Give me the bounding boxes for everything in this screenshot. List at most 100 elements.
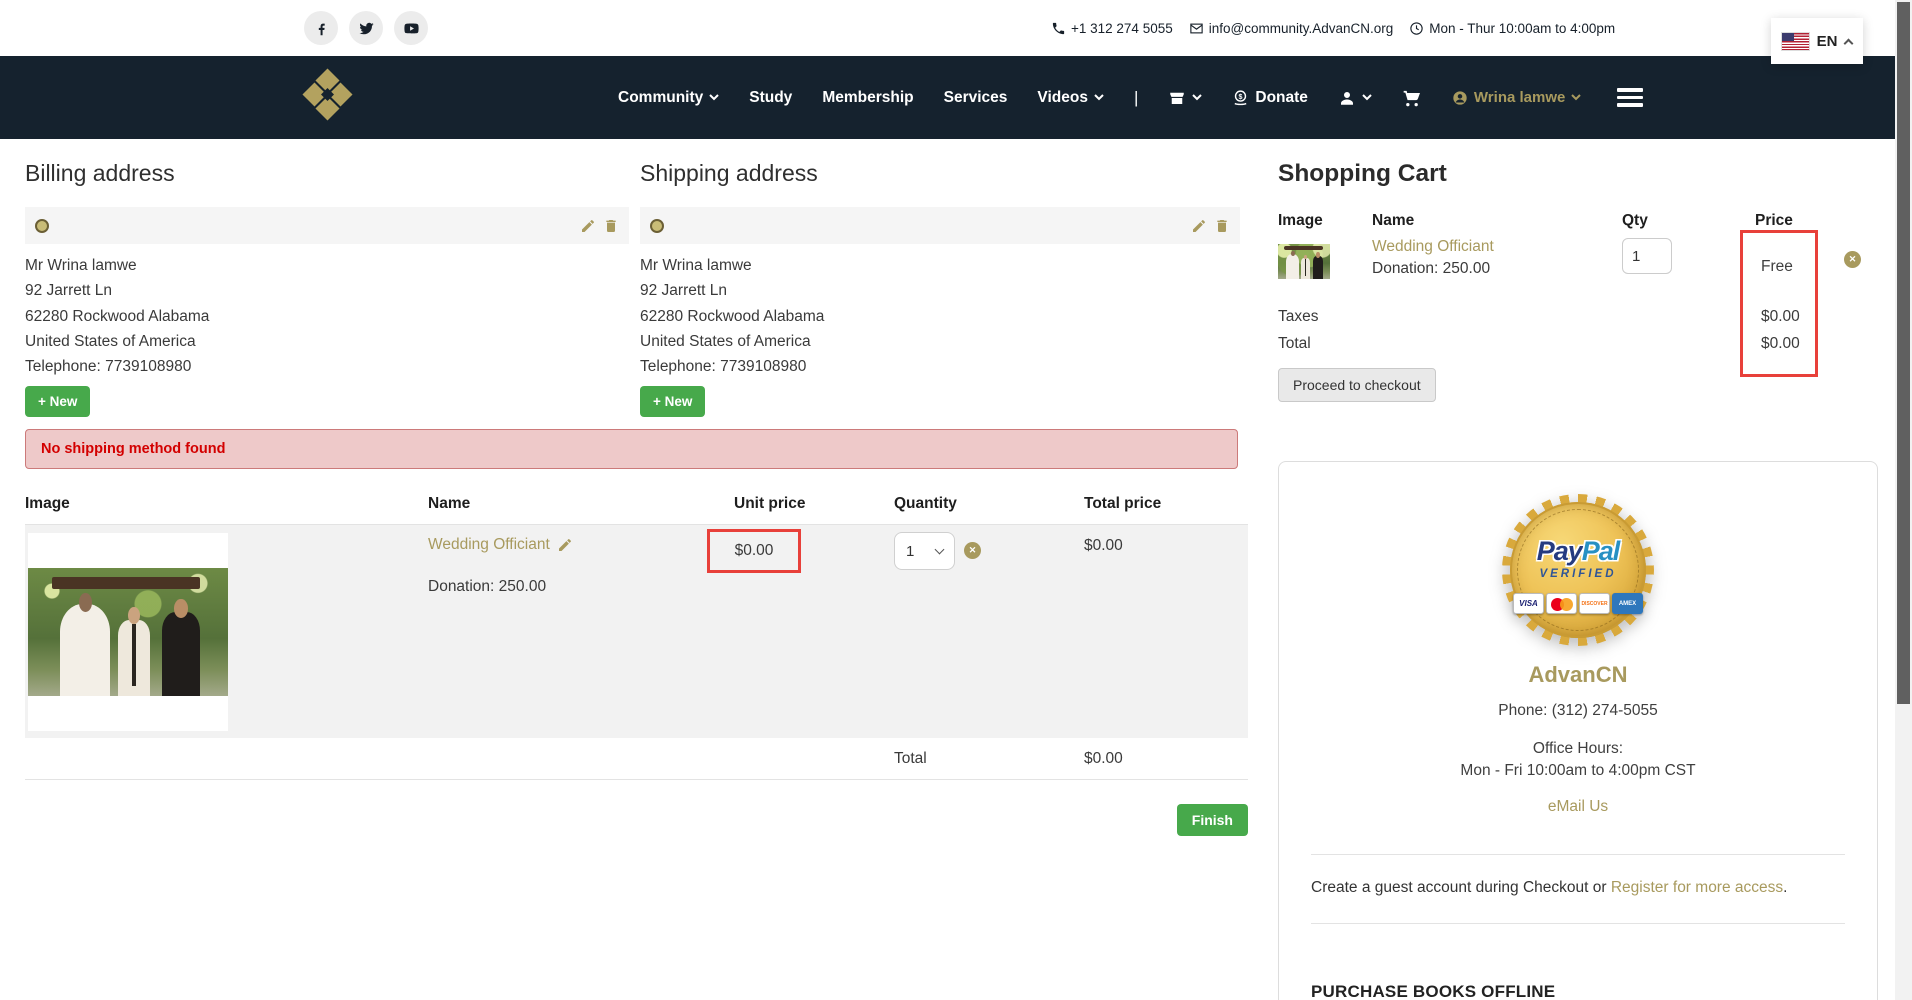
taxes-label: Taxes	[1278, 308, 1319, 326]
phone-number: +1 312 274 5055	[1071, 21, 1173, 36]
chevron-down-icon	[1192, 94, 1202, 101]
social-links	[304, 11, 428, 45]
main-navbar: Community Study Membership Services Vide…	[0, 56, 1912, 139]
nav-item-store[interactable]	[1168, 89, 1202, 107]
language-label: EN	[1817, 33, 1838, 50]
card-logos: VISA DISCOVER AMEX	[1513, 593, 1643, 614]
scrollbar-thumb[interactable]	[1897, 2, 1910, 704]
site-logo[interactable]	[302, 70, 354, 126]
youtube-icon[interactable]	[394, 11, 428, 45]
hamburger-icon[interactable]	[1617, 88, 1643, 107]
checkout-main: Billing address Mr Wrina lamwe 92 Jarret…	[25, 160, 1248, 836]
visa-icon: VISA	[1513, 593, 1544, 614]
product-donation: Donation: 250.00	[428, 578, 734, 596]
user-icon	[1338, 89, 1356, 107]
nav-item-account[interactable]	[1338, 89, 1372, 107]
order-table-header: Image Name Unit price Quantity Total pri…	[25, 495, 1248, 525]
nav-item-community[interactable]: Community	[618, 89, 719, 107]
nav-label-study: Study	[749, 89, 792, 107]
order-item-row: Wedding Officiant Donation: 250.00 $0.00…	[25, 525, 1248, 738]
billing-edit-icon[interactable]	[580, 218, 596, 234]
billing-address-text: Mr Wrina lamwe 92 Jarrett Ln 62280 Rockw…	[25, 253, 629, 379]
nav-item-services[interactable]: Services	[944, 89, 1008, 107]
shipping-street: 92 Jarrett Ln	[640, 278, 1240, 303]
shipping-address-bar	[640, 207, 1240, 244]
nav-label-community: Community	[618, 89, 703, 107]
billing-new-button[interactable]: + New	[25, 386, 90, 417]
chevron-up-icon	[1844, 38, 1854, 48]
chevron-down-icon	[709, 94, 719, 101]
cart-col-name: Name	[1372, 212, 1622, 230]
cart-remove-icon[interactable]: ✕	[1844, 251, 1861, 268]
order-table: Image Name Unit price Quantity Total pri…	[25, 495, 1248, 836]
cart-col-image: Image	[1278, 212, 1372, 230]
shipping-title: Shipping address	[640, 160, 1240, 187]
col-unit-price: Unit price	[734, 495, 894, 513]
clock-icon	[1409, 21, 1424, 36]
taxes-row: Taxes $0.00	[1278, 304, 1878, 331]
nav-item-videos[interactable]: Videos	[1037, 89, 1104, 107]
register-link[interactable]: Register for more access	[1611, 879, 1783, 896]
nav-item-study[interactable]: Study	[749, 89, 792, 107]
facebook-icon[interactable]	[304, 11, 338, 45]
shipping-phone: Telephone: 7739108980	[640, 354, 1240, 379]
shipping-address-text: Mr Wrina lamwe 92 Jarrett Ln 62280 Rockw…	[640, 253, 1240, 379]
contact-info: +1 312 274 5055 info@community.AdvanCN.o…	[1051, 0, 1615, 56]
envelope-icon	[1189, 21, 1204, 36]
language-selector[interactable]: EN	[1771, 18, 1863, 64]
nav-item-cart[interactable]	[1402, 88, 1422, 108]
billing-country: United States of America	[25, 329, 629, 354]
shipping-address-radio[interactable]	[650, 219, 664, 233]
chevron-down-icon	[1362, 94, 1372, 101]
finish-button[interactable]: Finish	[1177, 804, 1248, 836]
purchase-books-heading: PURCHASE BOOKS OFFLINE	[1311, 982, 1845, 1000]
shipping-new-button[interactable]: + New	[640, 386, 705, 417]
shipping-edit-icon[interactable]	[1191, 218, 1207, 234]
billing-title: Billing address	[25, 160, 629, 187]
guest-account-text: Create a guest account during Checkout o…	[1311, 879, 1845, 897]
guest-suffix: .	[1783, 879, 1787, 896]
product-name-link[interactable]: Wedding Officiant	[428, 536, 550, 554]
logged-in-user[interactable]: Wrina lamwe	[1452, 89, 1581, 106]
cart-header: Image Name Qty Price	[1278, 212, 1878, 230]
col-image: Image	[25, 495, 428, 513]
cart-qty-input[interactable]	[1622, 238, 1672, 274]
product-edit-icon[interactable]	[557, 537, 573, 553]
shipping-address-section: Shipping address Mr Wrina lamwe 92 Jarre…	[640, 160, 1240, 417]
nav-label-services: Services	[944, 89, 1008, 107]
shipping-alert: No shipping method found	[25, 429, 1238, 469]
phone-contact: +1 312 274 5055	[1051, 21, 1173, 36]
billing-delete-icon[interactable]	[603, 218, 619, 234]
user-name: Wrina lamwe	[1474, 89, 1565, 106]
divider	[1311, 923, 1845, 924]
quantity-select[interactable]: 1	[894, 532, 955, 570]
amex-icon: AMEX	[1612, 593, 1643, 614]
shipping-delete-icon[interactable]	[1214, 218, 1230, 234]
chevron-down-icon	[1571, 94, 1581, 101]
email-us-link[interactable]: eMail Us	[1548, 798, 1608, 816]
mastercard-icon	[1546, 593, 1577, 614]
discover-icon: DISCOVER	[1579, 593, 1610, 614]
line-total-value: $0.00	[1084, 525, 1248, 738]
phone-icon	[1051, 21, 1066, 36]
shipping-city: 62280 Rockwood Alabama	[640, 304, 1240, 329]
nav-divider: |	[1134, 88, 1138, 108]
page-scrollbar[interactable]	[1895, 0, 1912, 1000]
nav-label-donate: Donate	[1255, 89, 1308, 107]
nav-item-membership[interactable]: Membership	[822, 89, 913, 107]
divider	[1311, 854, 1845, 855]
col-name: Name	[428, 495, 734, 513]
remove-item-icon[interactable]: ✕	[964, 542, 981, 559]
quantity-value: 1	[906, 543, 914, 560]
billing-street: 92 Jarrett Ln	[25, 278, 629, 303]
cart-item-name-link[interactable]: Wedding Officiant	[1372, 238, 1622, 256]
col-total-price: Total price	[1084, 495, 1248, 513]
office-hours-label: Office Hours:	[1311, 740, 1845, 758]
cart-col-price: Price	[1755, 212, 1878, 230]
nav-item-donate[interactable]: $ Donate	[1232, 89, 1308, 107]
proceed-to-checkout-button[interactable]: Proceed to checkout	[1278, 368, 1436, 402]
guest-text: Create a guest account during Checkout o…	[1311, 879, 1607, 896]
billing-address-radio[interactable]	[35, 219, 49, 233]
paypal-logo: PayPal	[1537, 536, 1620, 567]
twitter-icon[interactable]	[349, 11, 383, 45]
